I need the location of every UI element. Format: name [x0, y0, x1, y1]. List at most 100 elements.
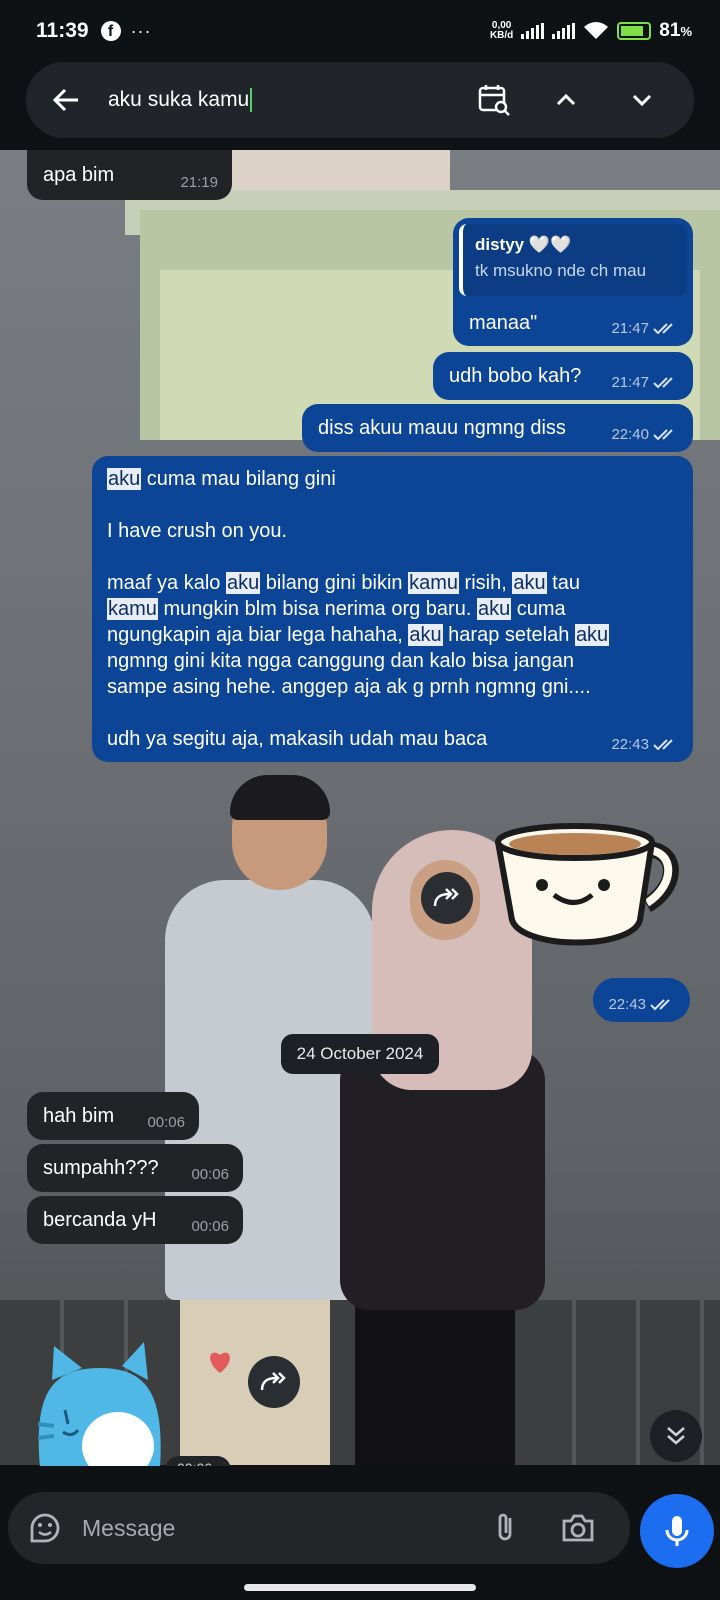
reply-author: distyy 🤍🤍	[475, 235, 572, 254]
message-line: udh ya segitu aja, makasih udah mau baca	[107, 728, 488, 750]
battery-unit: %	[680, 24, 692, 39]
status-time: 11:39	[36, 19, 89, 42]
wifi-icon	[584, 22, 609, 39]
battery-value: 81	[659, 20, 681, 41]
long-message-body: aku cuma mau bilang gini I have crush on…	[107, 466, 687, 752]
search-highlight: aku	[512, 572, 547, 594]
message-time-value: 21:47	[611, 320, 649, 337]
status-bar: 11:39 f ··· 0,00 KB/d 81%	[0, 0, 720, 62]
search-by-date-button[interactable]	[474, 80, 514, 120]
message-line: ngmng gini kita ngga canggung dan kalo b…	[107, 650, 575, 672]
message-text: maaf ya kalo	[107, 572, 226, 594]
blue-cat-sticker[interactable]	[30, 1328, 170, 1480]
message-line: kamu mungkin blm bisa nerima org baru. a…	[107, 596, 687, 622]
coffee-cup-icon	[494, 823, 679, 946]
message-text: manaa"	[469, 312, 538, 334]
message-bubble-outgoing[interactable]: diss akuu mauu ngmng diss 22:40	[302, 404, 693, 452]
message-line: ngungkapin aja biar lega hahaha, aku har…	[107, 622, 687, 648]
attach-icon[interactable]	[490, 1510, 522, 1546]
message-bubble-incoming[interactable]: apa bim 21:19	[27, 150, 232, 200]
double-check-icon	[653, 323, 673, 335]
message-time: 00:06	[147, 1114, 185, 1131]
double-check-icon	[650, 999, 670, 1011]
search-next-button[interactable]	[622, 80, 662, 120]
facebook-icon: f	[100, 21, 121, 41]
wallpaper-person2-skirt	[355, 1300, 515, 1465]
message-composer: Message	[8, 1492, 630, 1564]
message-time: 21:19	[180, 174, 218, 191]
message-time: 00:06	[191, 1218, 229, 1235]
status-indicators: 0,00 KB/d 81%	[490, 20, 692, 42]
message-time: 21:47	[611, 321, 679, 337]
message-text: ngungkapin aja biar lega hahaha,	[107, 624, 409, 646]
message-time: 00:06	[191, 1166, 229, 1183]
calendar-search-icon	[478, 85, 510, 116]
double-check-icon	[653, 429, 673, 441]
message-line: sampe asing hehe. anggep aja ak g prnh n…	[107, 676, 591, 698]
search-highlight: aku	[476, 598, 512, 620]
message-bubble-incoming[interactable]: hah bim 00:06	[27, 1092, 199, 1140]
gesture-nav-bar[interactable]	[244, 1584, 476, 1591]
message-text: cuma	[511, 598, 566, 620]
coffee-cup-sticker[interactable]	[492, 810, 688, 960]
message-text: bercanda yH	[43, 1209, 157, 1231]
reply-quote[interactable]: distyy 🤍🤍 tk msukno nde ch mau	[459, 224, 687, 296]
chevron-down-icon	[632, 94, 652, 107]
message-text: apa bim	[43, 164, 115, 186]
heart-icon	[210, 1352, 230, 1373]
message-line: aku cuma mau bilang gini	[107, 466, 687, 492]
message-bubble-outgoing-reply[interactable]: distyy 🤍🤍 tk msukno nde ch mau manaa" 21…	[453, 218, 693, 346]
message-bubble-incoming[interactable]: sumpahh??? 00:06	[27, 1144, 243, 1192]
message-bubble-outgoing-long[interactable]: aku cuma mau bilang gini I have crush on…	[92, 456, 693, 762]
message-time: 21:47	[611, 375, 679, 391]
message-text: risih,	[458, 572, 513, 594]
message-time-value: 22:40	[611, 426, 649, 443]
message-time: 22:40	[611, 427, 679, 443]
message-line: maaf ya kalo aku bilang gini bikin kamu …	[107, 570, 687, 596]
double-chevron-down-icon	[667, 1427, 685, 1445]
search-input[interactable]: aku suka kamu	[108, 88, 253, 112]
voice-message-button[interactable]	[640, 1494, 714, 1568]
blue-cat-icon	[37, 1342, 161, 1480]
message-time: 22:43	[608, 997, 676, 1013]
sticker-emoji-icon[interactable]	[28, 1511, 62, 1545]
message-time: 22:43	[611, 737, 679, 753]
message-bubble-outgoing[interactable]: udh bobo kah? 21:47	[433, 352, 693, 400]
message-time-value: 21:47	[611, 374, 649, 391]
battery-percent: 81%	[659, 20, 692, 42]
forward-button[interactable]	[248, 1356, 300, 1408]
signal-icon	[521, 23, 545, 39]
search-highlight: aku	[107, 468, 142, 490]
message-text: harap setelah	[442, 624, 575, 646]
message-text: diss akuu mauu ngmng diss	[318, 417, 566, 439]
forward-icon	[260, 1372, 286, 1391]
double-check-icon	[653, 739, 673, 751]
message-text: sumpahh???	[43, 1157, 159, 1179]
message-input[interactable]: Message	[82, 1515, 175, 1542]
sticker-time-badge: 22:43	[593, 978, 690, 1022]
network-speed: 0,00 KB/d	[490, 21, 513, 41]
message-time-value: 22:43	[611, 736, 649, 753]
chevron-up-icon	[556, 93, 576, 106]
message-search-bar: aku suka kamu	[26, 62, 694, 138]
more-notifications-icon: ···	[130, 20, 152, 41]
signal-icon-2	[552, 23, 576, 39]
message-time-value: 22:43	[608, 996, 646, 1013]
network-speed-unit: KB/d	[489, 30, 514, 41]
forward-icon	[433, 888, 459, 907]
reply-text: tk msukno nde ch mau	[475, 261, 647, 280]
back-arrow-icon[interactable]	[50, 84, 82, 116]
message-line: I have crush on you.	[107, 520, 288, 542]
microphone-icon	[665, 1516, 689, 1546]
search-highlight: kamu	[107, 598, 158, 620]
double-check-icon	[653, 377, 673, 389]
search-highlight: aku	[574, 624, 610, 646]
forward-button[interactable]	[421, 872, 473, 924]
message-bubble-incoming[interactable]: bercanda yH 00:06	[27, 1196, 243, 1244]
camera-icon[interactable]	[560, 1512, 596, 1544]
scroll-to-bottom-button[interactable]	[650, 1410, 702, 1462]
message-text: tau	[546, 572, 580, 594]
search-previous-button[interactable]	[546, 80, 586, 120]
message-text: cuma mau bilang gini	[141, 468, 336, 490]
message-text: hah bim	[43, 1105, 115, 1127]
